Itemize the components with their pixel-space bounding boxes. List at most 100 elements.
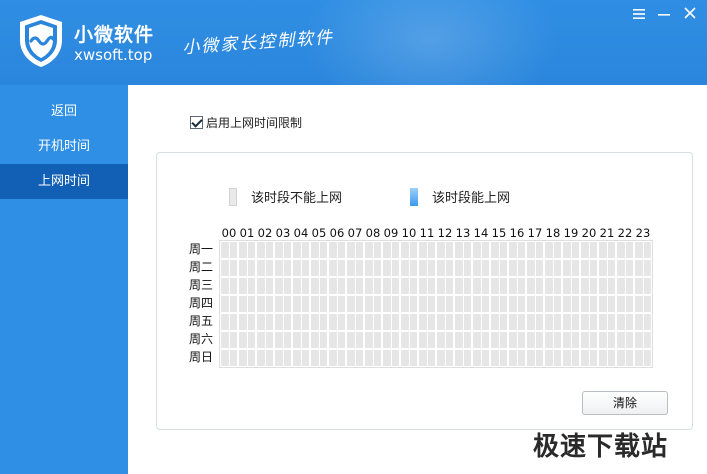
schedule-cell[interactable]	[310, 259, 328, 277]
schedule-cell[interactable]	[508, 259, 526, 277]
schedule-cell[interactable]	[220, 313, 238, 331]
schedule-cell[interactable]	[274, 259, 292, 277]
schedule-cell[interactable]	[238, 241, 256, 259]
schedule-cell[interactable]	[544, 259, 562, 277]
schedule-cell[interactable]	[634, 349, 652, 367]
schedule-cell[interactable]	[454, 241, 472, 259]
schedule-cell[interactable]	[256, 259, 274, 277]
schedule-cell[interactable]	[292, 277, 310, 295]
enable-limit-row[interactable]: 启用上网时间限制	[190, 114, 302, 131]
schedule-cell[interactable]	[364, 277, 382, 295]
schedule-cell[interactable]	[544, 313, 562, 331]
schedule-cell[interactable]	[238, 277, 256, 295]
schedule-cell[interactable]	[544, 241, 562, 259]
schedule-cell[interactable]	[274, 241, 292, 259]
schedule-cell[interactable]	[454, 313, 472, 331]
sidebar-item-back[interactable]: 返回	[0, 94, 128, 129]
schedule-cell[interactable]	[526, 331, 544, 349]
schedule-cell[interactable]	[616, 241, 634, 259]
schedule-cell[interactable]	[220, 331, 238, 349]
schedule-cell[interactable]	[544, 277, 562, 295]
schedule-cell[interactable]	[598, 349, 616, 367]
schedule-cell[interactable]	[454, 349, 472, 367]
schedule-cell[interactable]	[292, 331, 310, 349]
schedule-cell[interactable]	[220, 277, 238, 295]
schedule-cell[interactable]	[292, 349, 310, 367]
schedule-cell[interactable]	[328, 313, 346, 331]
schedule-cell[interactable]	[526, 295, 544, 313]
schedule-cell[interactable]	[562, 313, 580, 331]
schedule-cell[interactable]	[364, 331, 382, 349]
schedule-cell[interactable]	[346, 259, 364, 277]
schedule-cell[interactable]	[508, 313, 526, 331]
schedule-cell[interactable]	[472, 241, 490, 259]
schedule-cell[interactable]	[472, 313, 490, 331]
schedule-cell[interactable]	[580, 349, 598, 367]
schedule-cell[interactable]	[382, 259, 400, 277]
schedule-cell[interactable]	[454, 259, 472, 277]
schedule-cell[interactable]	[472, 295, 490, 313]
schedule-cell[interactable]	[472, 259, 490, 277]
schedule-cell[interactable]	[598, 295, 616, 313]
schedule-cell[interactable]	[328, 331, 346, 349]
schedule-cell[interactable]	[382, 277, 400, 295]
schedule-cell[interactable]	[616, 331, 634, 349]
schedule-cell[interactable]	[526, 349, 544, 367]
schedule-cell[interactable]	[508, 241, 526, 259]
schedule-cell[interactable]	[238, 331, 256, 349]
schedule-cell[interactable]	[364, 241, 382, 259]
schedule-cell[interactable]	[490, 277, 508, 295]
schedule-cell[interactable]	[328, 277, 346, 295]
schedule-cell[interactable]	[274, 277, 292, 295]
schedule-cell[interactable]	[256, 313, 274, 331]
schedule-cell[interactable]	[382, 349, 400, 367]
schedule-cell[interactable]	[580, 331, 598, 349]
schedule-cell[interactable]	[616, 295, 634, 313]
schedule-cell[interactable]	[310, 349, 328, 367]
schedule-cell[interactable]	[418, 349, 436, 367]
schedule-cell[interactable]	[436, 313, 454, 331]
schedule-cell[interactable]	[274, 331, 292, 349]
schedule-cell[interactable]	[310, 295, 328, 313]
schedule-cell[interactable]	[382, 295, 400, 313]
schedule-cell[interactable]	[400, 277, 418, 295]
schedule-cell[interactable]	[382, 331, 400, 349]
schedule-cell[interactable]	[616, 277, 634, 295]
schedule-cell[interactable]	[454, 277, 472, 295]
schedule-cell[interactable]	[580, 295, 598, 313]
schedule-cell[interactable]	[436, 331, 454, 349]
schedule-cell[interactable]	[220, 259, 238, 277]
schedule-cell[interactable]	[400, 241, 418, 259]
schedule-cell[interactable]	[256, 295, 274, 313]
schedule-cell[interactable]	[310, 331, 328, 349]
schedule-cell[interactable]	[328, 241, 346, 259]
schedule-cell[interactable]	[292, 313, 310, 331]
schedule-cell[interactable]	[544, 331, 562, 349]
schedule-cell[interactable]	[490, 313, 508, 331]
schedule-cell[interactable]	[598, 313, 616, 331]
schedule-cell[interactable]	[274, 313, 292, 331]
schedule-cell[interactable]	[634, 331, 652, 349]
schedule-cell[interactable]	[562, 259, 580, 277]
schedule-cell[interactable]	[634, 295, 652, 313]
schedule-cell[interactable]	[562, 331, 580, 349]
schedule-cell[interactable]	[220, 349, 238, 367]
schedule-cell[interactable]	[400, 313, 418, 331]
schedule-cell[interactable]	[616, 313, 634, 331]
schedule-cell[interactable]	[418, 241, 436, 259]
schedule-cell[interactable]	[634, 277, 652, 295]
schedule-cell[interactable]	[598, 241, 616, 259]
schedule-cell[interactable]	[400, 295, 418, 313]
schedule-cell[interactable]	[490, 295, 508, 313]
schedule-cell[interactable]	[238, 313, 256, 331]
schedule-cell[interactable]	[418, 259, 436, 277]
schedule-cell[interactable]	[562, 295, 580, 313]
schedule-cell[interactable]	[382, 313, 400, 331]
schedule-cell[interactable]	[238, 259, 256, 277]
schedule-cell[interactable]	[220, 241, 238, 259]
schedule-cell[interactable]	[400, 349, 418, 367]
schedule-cell[interactable]	[562, 241, 580, 259]
schedule-cell[interactable]	[256, 277, 274, 295]
schedule-cell[interactable]	[310, 277, 328, 295]
schedule-cell[interactable]	[634, 313, 652, 331]
